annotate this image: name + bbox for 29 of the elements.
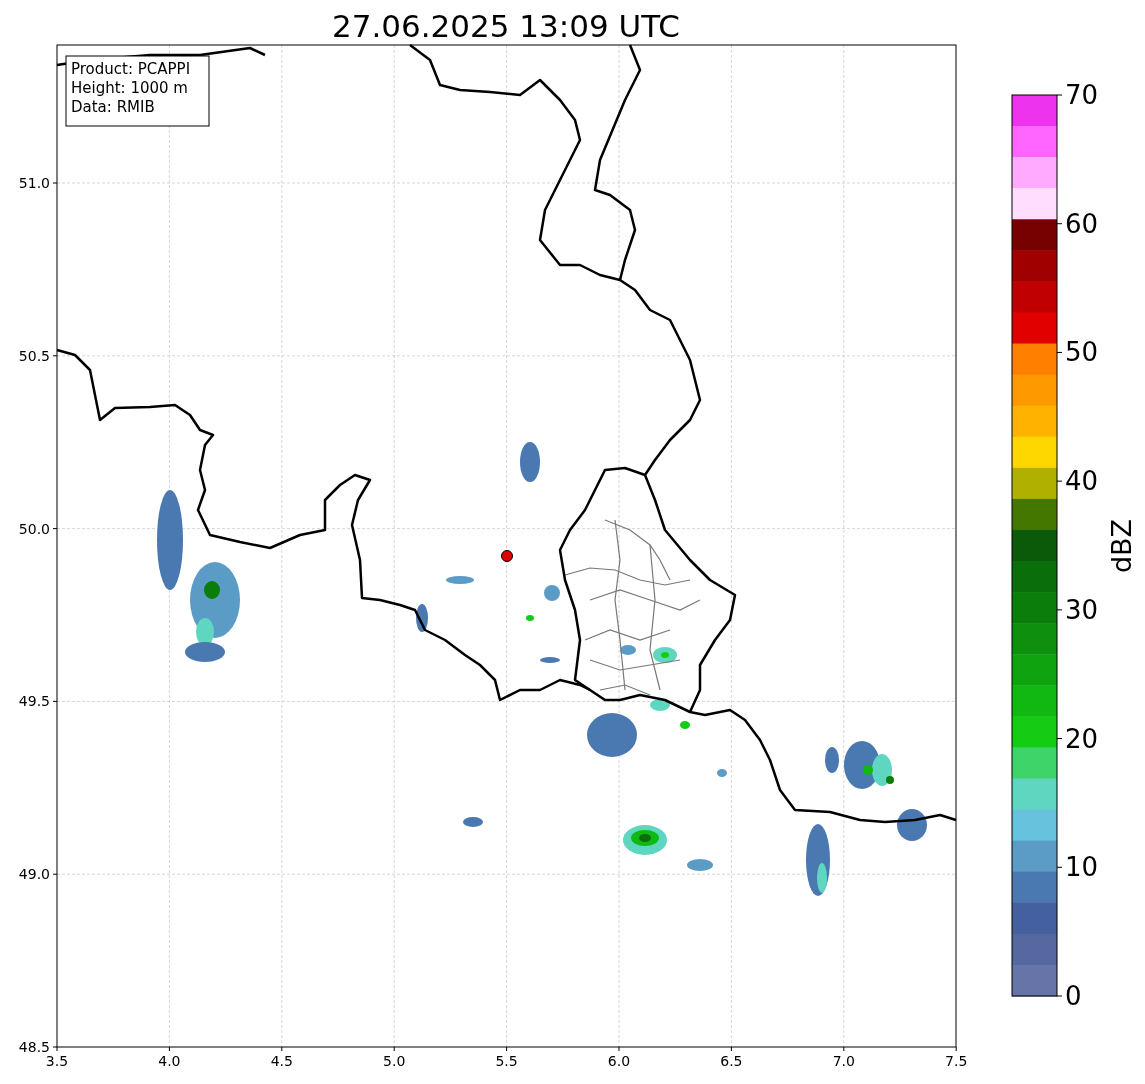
x-tick-label: 5.0 <box>383 1053 406 1069</box>
y-tick-label: 51.0 <box>18 175 50 191</box>
y-tick-label: 50.0 <box>18 520 50 537</box>
x-tick-label: 5.5 <box>495 1053 518 1069</box>
x-tick-label: 7.0 <box>832 1053 855 1069</box>
info-text: Data: RMIB <box>71 98 155 116</box>
info-text: Height: 1000 m <box>71 79 188 97</box>
x-tick-label: 3.5 <box>45 1053 69 1069</box>
chart-title: 27.06.2025 13:09 UTC <box>332 8 680 44</box>
x-tick-label: 4.5 <box>270 1053 293 1069</box>
colorbar-tick-label: 10 <box>1065 852 1099 883</box>
x-tick-label: 6.0 <box>607 1053 631 1069</box>
colorbar-tick-label: 70 <box>1065 80 1099 110</box>
x-tick-label: 4.0 <box>158 1053 181 1069</box>
radar-site-marker <box>501 550 513 562</box>
y-tick-label: 48.5 <box>18 1039 50 1055</box>
colorbar-tick-label: 20 <box>1065 723 1099 754</box>
y-tick-label: 49.0 <box>18 866 50 883</box>
y-tick-label: 50.5 <box>18 347 50 364</box>
colorbar-tick-label: 30 <box>1065 594 1099 625</box>
colorbar-tick-label: 40 <box>1065 466 1099 497</box>
x-tick-label: 6.5 <box>720 1053 743 1069</box>
info-text: Product: PCAPPI <box>71 60 191 78</box>
colorbar-tick-label: 0 <box>1065 981 1082 1011</box>
colorbar-label: dBZ <box>1106 518 1137 574</box>
colorbar-tick-label: 50 <box>1065 337 1099 368</box>
x-tick-label: 7.5 <box>945 1053 968 1069</box>
colorbar-tick-label: 60 <box>1065 208 1099 239</box>
y-tick-label: 49.5 <box>18 693 50 710</box>
